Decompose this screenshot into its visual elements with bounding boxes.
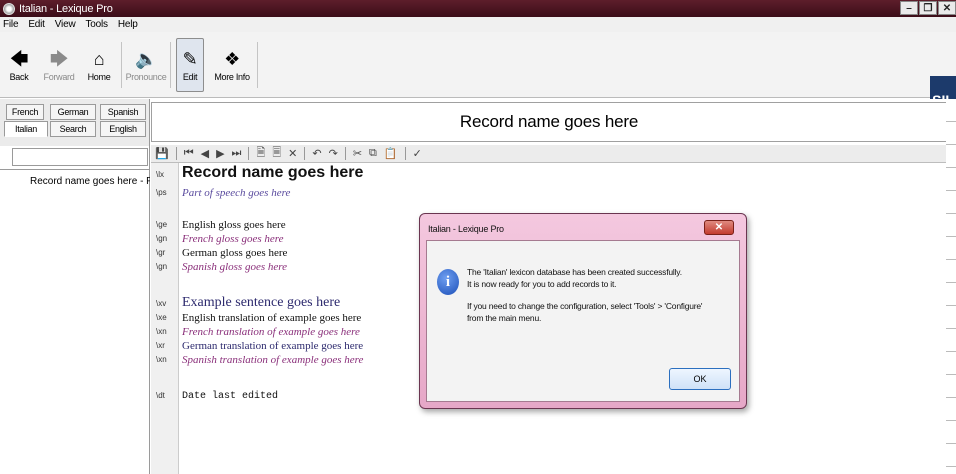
tab-english[interactable]: English [100, 121, 146, 137]
french-example-field[interactable]: French translation of example goes here [182, 326, 360, 338]
tab-french[interactable]: French [6, 104, 44, 120]
marker-xn: \xn [156, 355, 167, 364]
menu-file[interactable]: File [3, 19, 19, 30]
marker-xv: \xv [156, 299, 167, 308]
new-record-icon[interactable]: 🗎 [256, 144, 265, 163]
title-bar: Italian - Lexique Pro – ❐ ✕ [0, 0, 956, 17]
dialog-title: Italian - Lexique Pro [428, 224, 504, 234]
german-example-field[interactable]: German translation of example goes here [182, 340, 363, 352]
list-item[interactable]: Record name goes here - Pa [30, 176, 150, 187]
back-label: Back [9, 71, 29, 82]
paste-icon[interactable]: 📋 [384, 147, 398, 160]
pronounce-label: Pronounce [125, 71, 167, 82]
language-tabs: French German Spanish Italian Search Eng… [0, 99, 149, 146]
right-edge-ruler [946, 99, 956, 474]
toolbar-separator [170, 41, 171, 88]
cut-icon[interactable]: ✂ [353, 147, 362, 160]
redo-icon[interactable]: ↷ [329, 147, 338, 160]
menu-edit[interactable]: Edit [28, 19, 45, 30]
more-info-label: More Info [214, 71, 250, 82]
forward-arrow-icon: 🡆 [49, 48, 69, 69]
dialog-message-line1: The 'Italian' lexicon database has been … [467, 267, 682, 277]
edit-label: Edit [182, 71, 198, 82]
part-of-speech-field[interactable]: Part of speech goes here [182, 187, 290, 199]
close-icon[interactable]: ✕ [938, 1, 956, 15]
dialog-message-line2: It is now ready for you to add records t… [467, 279, 617, 289]
tab-german[interactable]: German [50, 104, 96, 120]
previous-record-icon[interactable]: ◀ [201, 147, 209, 160]
information-icon: i [437, 269, 459, 295]
forward-button[interactable]: 🡆 Forward [40, 38, 78, 92]
toolbar-separator [121, 41, 122, 88]
edit-toolbar: 💾 ⏮ ◀ ▶ ⏭ 🗎 🗏 ✕ ↶ ↷ ✂ ⧉ 📋 ✓ [151, 145, 956, 163]
marker-dt: \dt [156, 391, 165, 400]
dialog-close-icon[interactable]: ✕ [704, 220, 734, 235]
search-input[interactable] [12, 148, 148, 166]
menu-bar: File Edit View Tools Help [0, 17, 956, 32]
forward-label: Forward [43, 71, 75, 82]
undo-icon[interactable]: ↶ [312, 147, 321, 160]
dialog-message-line3: If you need to change the configuration,… [467, 301, 703, 311]
message-dialog: Italian - Lexique Pro ✕ i The 'Italian' … [419, 213, 747, 409]
marker-lx: \lx [156, 170, 164, 179]
marker-gr: \gr [156, 248, 166, 257]
toolbar-separator [257, 41, 258, 88]
date-edited-field[interactable]: Date last edited [182, 391, 278, 402]
copy-icon[interactable]: ⧉ [369, 147, 377, 160]
edit-button[interactable]: ✎ Edit [176, 37, 204, 92]
menu-tools[interactable]: Tools [85, 19, 108, 30]
spanish-gloss-field[interactable]: Spanish gloss goes here [182, 261, 287, 273]
ok-button[interactable]: OK [669, 368, 731, 390]
english-gloss-field[interactable]: English gloss goes here [182, 219, 286, 231]
spanish-example-field[interactable]: Spanish translation of example goes here [182, 354, 363, 366]
marker-gn: \gn [156, 234, 168, 243]
german-gloss-field[interactable]: German gloss goes here [182, 247, 287, 259]
edit-pencil-icon: ✎ [182, 48, 198, 69]
speaker-icon: 🔈 [134, 48, 158, 69]
marker-xr: \xr [156, 341, 165, 350]
menu-help[interactable]: Help [118, 19, 138, 30]
tab-search[interactable]: Search [50, 121, 96, 137]
info-icon: ❖ [224, 48, 240, 69]
english-example-field[interactable]: English translation of example goes here [182, 312, 361, 324]
menu-view[interactable]: View [55, 19, 76, 30]
field-markers: \lx \ps \ge \gn \gr \gn \xv \xe \xn \xr … [151, 163, 179, 474]
window-title: Italian - Lexique Pro [19, 2, 113, 15]
record-title: Record name goes here [151, 102, 946, 142]
back-arrow-icon: 🡄 [9, 48, 29, 69]
example-sentence-field[interactable]: Example sentence goes here [182, 295, 340, 311]
first-record-icon[interactable]: ⏮ [184, 147, 194, 160]
record-list: Record name goes here - Pa [0, 169, 150, 474]
spellcheck-icon[interactable]: ✓ [413, 147, 422, 160]
home-icon: ⌂ [93, 48, 105, 69]
next-record-icon[interactable]: ▶ [216, 147, 224, 160]
minimize-icon[interactable]: – [900, 1, 918, 15]
marker-xe: \xe [156, 313, 167, 322]
home-button[interactable]: ⌂ Home [82, 38, 116, 92]
marker-xn: \xn [156, 327, 167, 336]
main-toolbar: 🡄 Back 🡆 Forward ⌂ Home 🔈 Pronounce ✎ Ed… [0, 32, 956, 110]
left-panel: French German Spanish Italian Search Eng… [0, 99, 150, 474]
copy-record-icon[interactable]: 🗏 [272, 144, 281, 163]
french-gloss-field[interactable]: French gloss goes here [182, 233, 284, 245]
window-controls: – ❐ ✕ [900, 1, 956, 15]
tab-italian[interactable]: Italian [4, 121, 48, 137]
last-record-icon[interactable]: ⏭ [232, 147, 242, 160]
dialog-body: i The 'Italian' lexicon database has bee… [426, 240, 740, 402]
back-button[interactable]: 🡄 Back [4, 38, 34, 92]
marker-ps: \ps [156, 188, 167, 197]
more-info-button[interactable]: ❖ More Info [212, 38, 252, 92]
marker-ge: \ge [156, 220, 168, 229]
save-icon[interactable]: 💾 [155, 147, 169, 160]
maximize-icon[interactable]: ❐ [919, 1, 937, 15]
tab-spanish[interactable]: Spanish [100, 104, 146, 120]
marker-gn: \gn [156, 262, 168, 271]
pronounce-button[interactable]: 🔈 Pronounce [125, 38, 167, 92]
lexeme-field[interactable]: Record name goes here [182, 164, 363, 182]
delete-record-icon[interactable]: ✕ [288, 147, 297, 160]
home-label: Home [87, 71, 111, 82]
app-icon [3, 2, 15, 15]
dialog-message-line4: from the main menu. [467, 313, 542, 323]
